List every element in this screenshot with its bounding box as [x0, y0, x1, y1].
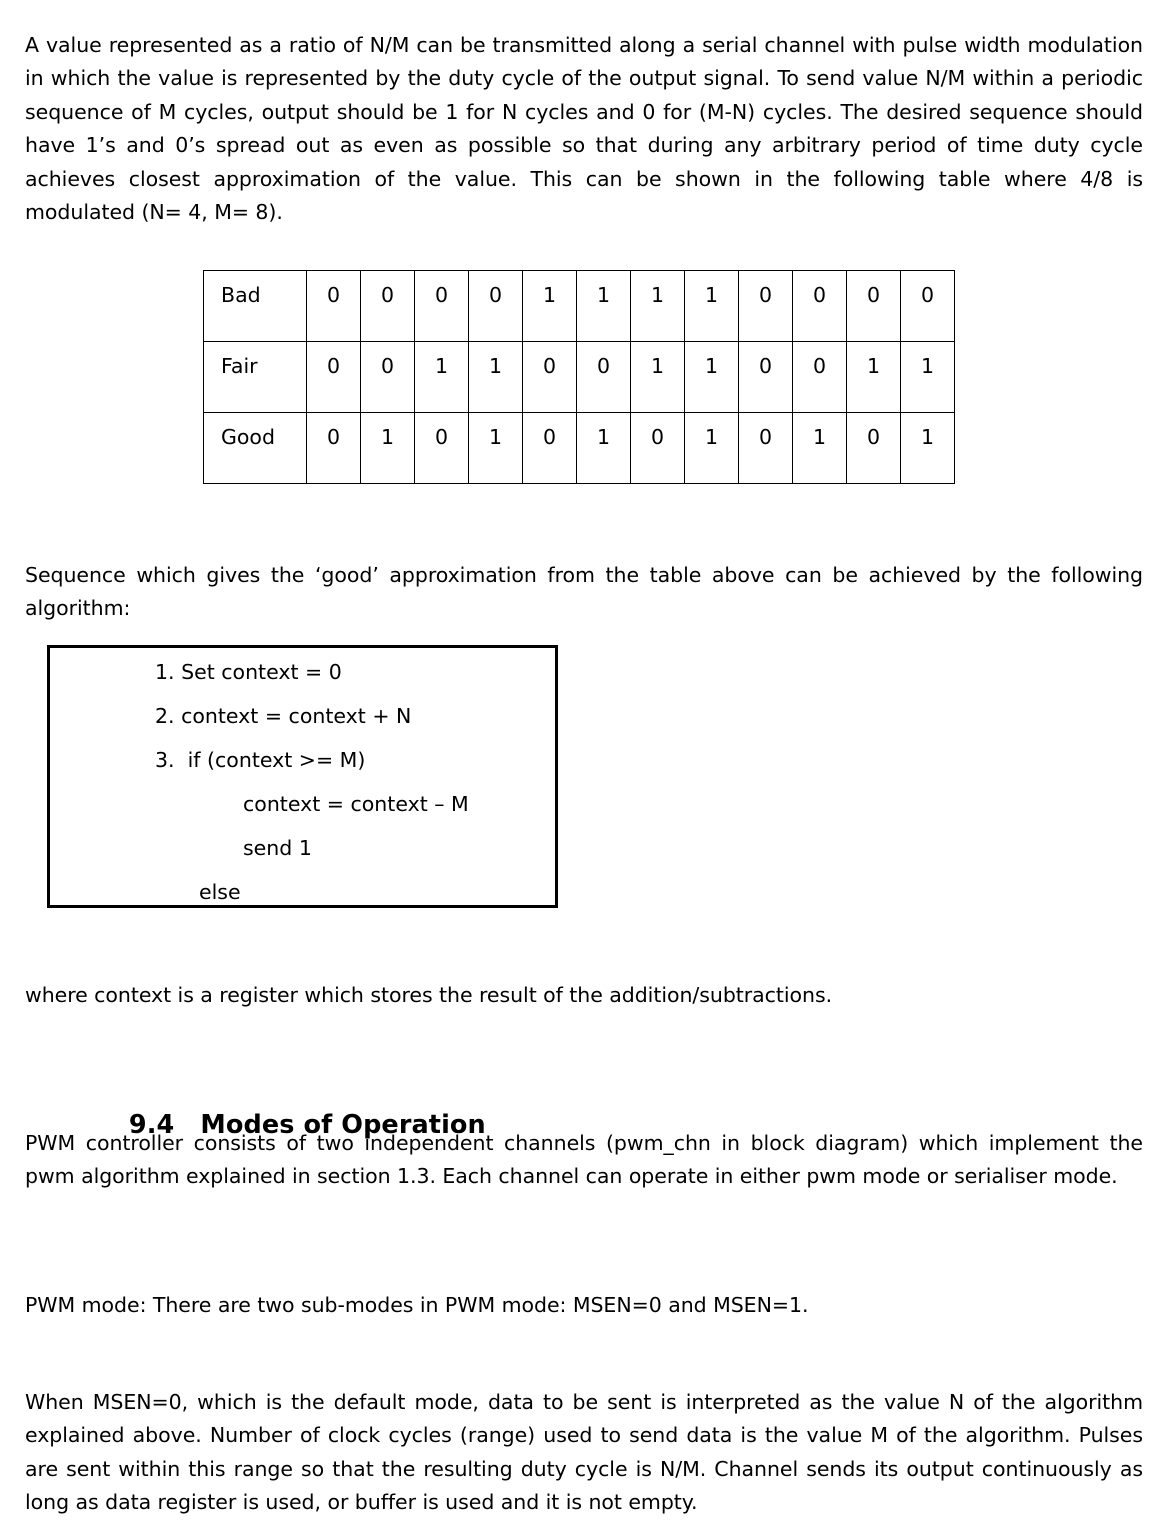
cell-bad-1: 0: [360, 270, 415, 342]
cell-good-1: 1: [360, 412, 415, 484]
table-row: Good 0 1 0 1 0 1 0 1 0 1 0 1: [203, 412, 955, 484]
paragraph-after-table: Sequence which gives the ‘good’ approxim…: [25, 562, 1143, 621]
algorithm-line-6: else: [199, 880, 241, 904]
algorithm-line-5: send 1: [243, 836, 312, 860]
document-page: A value represented as a ratio of N/M ca…: [0, 0, 1168, 1520]
sequence-table-container: Bad 0 0 0 0 1 1 1 1 0 0 0 0 Fair 0 0 1 1…: [203, 270, 955, 484]
cell-fair-11: 1: [900, 341, 955, 413]
algorithm-box: 1. Set context = 0 2. context = context …: [47, 645, 558, 908]
table-row: Fair 0 0 1 1 0 0 1 1 0 0 1 1: [203, 341, 955, 413]
cell-bad-0: 0: [306, 270, 361, 342]
cell-good-6: 0: [630, 412, 685, 484]
paragraph-intro: A value represented as a ratio of N/M ca…: [25, 32, 1143, 225]
cell-good-11: 1: [900, 412, 955, 484]
cell-bad-6: 1: [630, 270, 685, 342]
cell-fair-4: 0: [522, 341, 577, 413]
algorithm-line-3: 3. if (context >= M): [155, 748, 366, 772]
cell-bad-4: 1: [522, 270, 577, 342]
cell-bad-7: 1: [684, 270, 739, 342]
cell-bad-11: 0: [900, 270, 955, 342]
cell-good-4: 0: [522, 412, 577, 484]
cell-good-9: 1: [792, 412, 847, 484]
paragraph-modes-intro: PWM controller consists of two independe…: [25, 1130, 1143, 1189]
cell-bad-5: 1: [576, 270, 631, 342]
cell-good-7: 1: [684, 412, 739, 484]
cell-bad-9: 0: [792, 270, 847, 342]
cell-good-0: 0: [306, 412, 361, 484]
cell-bad-2: 0: [414, 270, 469, 342]
row-label-bad: Bad: [203, 270, 307, 342]
cell-good-10: 0: [846, 412, 901, 484]
sequence-table: Bad 0 0 0 0 1 1 1 1 0 0 0 0 Fair 0 0 1 1…: [203, 270, 955, 484]
table-row: Bad 0 0 0 0 1 1 1 1 0 0 0 0: [203, 270, 955, 342]
row-label-fair: Fair: [203, 341, 307, 413]
cell-fair-0: 0: [306, 341, 361, 413]
cell-fair-6: 1: [630, 341, 685, 413]
cell-fair-8: 0: [738, 341, 793, 413]
paragraph-after-algorithm: where context is a register which stores…: [25, 982, 833, 1007]
algorithm-line-2: 2. context = context + N: [155, 704, 412, 728]
cell-bad-8: 0: [738, 270, 793, 342]
cell-good-3: 1: [468, 412, 523, 484]
cell-good-8: 0: [738, 412, 793, 484]
algorithm-line-1: 1. Set context = 0: [155, 660, 342, 684]
cell-fair-5: 0: [576, 341, 631, 413]
cell-fair-2: 1: [414, 341, 469, 413]
cell-fair-3: 1: [468, 341, 523, 413]
cell-bad-3: 0: [468, 270, 523, 342]
cell-good-5: 1: [576, 412, 631, 484]
paragraph-msen-zero: When MSEN=0, which is the default mode, …: [25, 1389, 1143, 1515]
cell-bad-10: 0: [846, 270, 901, 342]
cell-fair-1: 0: [360, 341, 415, 413]
paragraph-pwm-mode: PWM mode: There are two sub-modes in PWM…: [25, 1292, 809, 1317]
cell-fair-10: 1: [846, 341, 901, 413]
cell-fair-7: 1: [684, 341, 739, 413]
row-label-good: Good: [203, 412, 307, 484]
cell-good-2: 0: [414, 412, 469, 484]
algorithm-line-4: context = context – M: [243, 792, 469, 816]
cell-fair-9: 0: [792, 341, 847, 413]
